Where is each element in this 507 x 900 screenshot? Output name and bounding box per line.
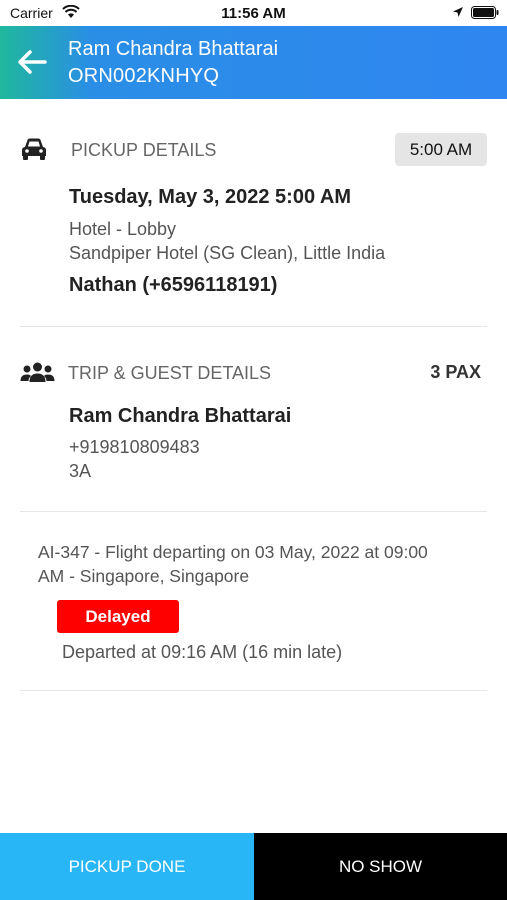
group-icon <box>20 362 55 382</box>
flight-info-line2: AM - Singapore, Singapore <box>38 566 250 586</box>
app-header: Ram Chandra Bhattarai ORN002KNHYQ <box>0 26 507 99</box>
flight-info-line1: AI-347 - Flight departing on 03 May, 202… <box>38 542 428 562</box>
location-arrow-icon <box>453 7 463 17</box>
divider <box>20 511 487 512</box>
status-bar: Carrier 11:56 AM <box>0 0 507 26</box>
footer-actions: PICKUP DONE NO SHOW <box>0 833 507 900</box>
battery-icon <box>471 6 499 19</box>
pax-count: 3 PAX <box>430 362 481 382</box>
divider <box>20 690 487 691</box>
guest-name: Ram Chandra Bhattarai <box>69 405 292 427</box>
pickup-contact[interactable]: Nathan (+6596118191) <box>69 274 277 297</box>
flight-departed-text: Departed at 09:16 AM (16 min late) <box>62 642 343 662</box>
back-arrow-icon[interactable] <box>15 45 49 79</box>
no-show-button[interactable]: NO SHOW <box>254 833 507 900</box>
pickup-done-button[interactable]: PICKUP DONE <box>0 833 254 900</box>
pickup-hotel: Sandpiper Hotel (SG Clean), Little India <box>69 243 386 263</box>
divider <box>20 326 487 327</box>
guest-room: 3A <box>69 461 92 481</box>
pickup-time-badge: 5:00 AM <box>395 133 487 166</box>
guest-phone[interactable]: +919810809483 <box>69 437 200 458</box>
pickup-datetime: Tuesday, May 3, 2022 5:00 AM <box>69 186 351 208</box>
flight-status-badge: Delayed <box>57 600 179 633</box>
pickup-details-heading: PICKUP DETAILS <box>71 140 217 160</box>
status-time: 11:56 AM <box>221 5 286 22</box>
booking-reference: ORN002KNHYQ <box>68 65 220 87</box>
pickup-location-type: Hotel - Lobby <box>69 219 177 239</box>
car-icon <box>22 138 46 160</box>
header-title: Ram Chandra Bhattarai <box>68 38 279 60</box>
trip-guest-heading: TRIP & GUEST DETAILS <box>68 363 272 383</box>
